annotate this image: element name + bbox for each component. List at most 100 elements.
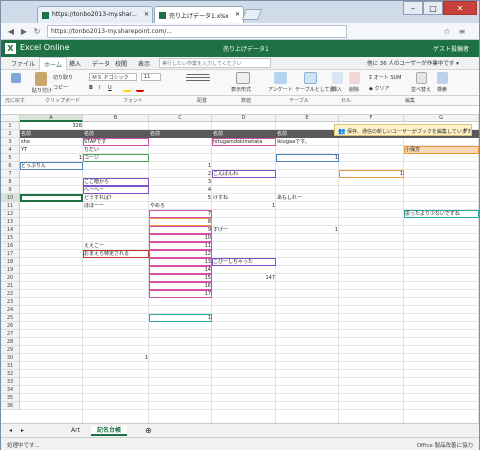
add-sheet-icon[interactable]: ⊕	[139, 426, 158, 436]
column-header[interactable]: A	[20, 115, 83, 122]
back-icon[interactable]: ◀	[5, 26, 17, 38]
insert-cells-icon[interactable]	[332, 72, 343, 84]
row-header[interactable]: 22	[1, 290, 20, 298]
font-size-select[interactable]: 11	[141, 73, 161, 81]
row-header[interactable]: 25	[1, 314, 20, 322]
menu-home[interactable]: ホーム	[39, 57, 67, 70]
menu-file[interactable]: ファイル	[11, 59, 35, 68]
underline-button[interactable]: U	[108, 85, 112, 91]
cell[interactable]: ちだい	[83, 146, 149, 154]
close-icon[interactable]: ✕	[144, 11, 149, 18]
cell[interactable]: YT	[20, 146, 83, 154]
row-header[interactable]: 12	[1, 210, 20, 218]
cell[interactable]: 16	[149, 282, 212, 290]
close-icon[interactable]: ✕	[463, 127, 468, 134]
row-header[interactable]: 4	[1, 146, 20, 154]
tell-me-input[interactable]: 実行したい作業を入力してください	[159, 58, 271, 68]
copy-button[interactable]: コピー	[53, 84, 68, 91]
close-icon[interactable]: ✕	[235, 11, 240, 18]
sheet-tab-art[interactable]: Art	[65, 426, 86, 436]
reload-icon[interactable]: ↻	[31, 26, 43, 38]
number-format-icon[interactable]	[236, 72, 250, 84]
row-header[interactable]: 34	[1, 386, 20, 394]
menu-review[interactable]: 校閲	[115, 59, 127, 68]
highlight-icon[interactable]	[123, 85, 131, 92]
row-header[interactable]: 9	[1, 186, 20, 194]
cell[interactable]: 14	[149, 266, 212, 274]
cell[interactable]: 名前	[83, 130, 149, 138]
format-table-icon[interactable]	[304, 72, 317, 84]
row-header[interactable]: 3	[1, 138, 20, 146]
cell[interactable]: 3	[149, 178, 212, 186]
cut-button[interactable]: 切り取り	[53, 74, 73, 81]
document-title[interactable]: 売り上げデータ1	[223, 44, 269, 53]
cell[interactable]: コージ	[83, 154, 149, 162]
row-header[interactable]: 16	[1, 242, 20, 250]
row-header[interactable]: 36	[1, 402, 20, 410]
new-tab-button[interactable]	[241, 9, 263, 20]
undo-icon[interactable]	[11, 73, 21, 83]
row-header[interactable]: 18	[1, 258, 20, 266]
row-header[interactable]: 28	[1, 338, 20, 346]
paste-label[interactable]: 貼り付け	[32, 87, 52, 94]
row-header[interactable]: 19	[1, 266, 20, 274]
cell[interactable]: 326	[20, 122, 83, 130]
cell[interactable]: 1	[20, 154, 83, 162]
paste-icon[interactable]	[35, 72, 47, 86]
select-all-corner[interactable]	[1, 115, 20, 122]
formula-bar[interactable]	[1, 106, 479, 115]
cell[interactable]: こんばんわ	[212, 170, 276, 178]
insert-button[interactable]: 挿入	[332, 86, 342, 93]
cell[interactable]: へーへー	[83, 186, 149, 194]
cell[interactable]: 7	[149, 210, 212, 218]
cell[interactable]: 1	[276, 154, 339, 162]
cell[interactable]: 1	[339, 170, 404, 178]
cell[interactable]: sho	[20, 138, 83, 146]
column-header[interactable]: D	[212, 115, 276, 122]
cell[interactable]: ええこー	[83, 242, 149, 250]
row-header[interactable]: 30	[1, 354, 20, 362]
cell[interactable]: やめろ	[149, 202, 212, 210]
row-header[interactable]: 31	[1, 362, 20, 370]
row-header[interactable]: 11	[1, 202, 20, 210]
row-header[interactable]: 1	[1, 122, 20, 130]
cell[interactable]: 13	[149, 258, 212, 266]
cell[interactable]: ikiugaaです。	[276, 138, 339, 146]
menu-icon[interactable]: ≡	[456, 26, 468, 38]
row-header[interactable]: 7	[1, 170, 20, 178]
cell[interactable]: 147	[212, 274, 276, 282]
cell[interactable]: hitugamdokimetata	[212, 138, 276, 146]
cell[interactable]: 12	[149, 250, 212, 258]
menu-data[interactable]: データ	[92, 59, 110, 68]
font-color-icon[interactable]	[136, 85, 144, 92]
column-header[interactable]: B	[83, 115, 149, 122]
cell[interactable]: 名前	[212, 130, 276, 138]
star-icon[interactable]: ☆	[441, 26, 453, 38]
font-select[interactable]: ＭＳ Ｐゴシック	[89, 73, 137, 81]
minimize-icon[interactable]: –	[403, 1, 423, 15]
browser-tab[interactable]: https://tonbo2013-my.shar... ✕	[37, 6, 153, 23]
cell[interactable]: 1	[276, 226, 339, 234]
cell[interactable]: 10	[149, 234, 212, 242]
cell[interactable]: 1	[83, 354, 149, 362]
sort-icon[interactable]	[416, 72, 427, 84]
number-format-button[interactable]: 表示形式	[231, 86, 251, 93]
row-header[interactable]: 27	[1, 330, 20, 338]
cell[interactable]: 8	[149, 218, 212, 226]
row-header[interactable]: 2	[1, 130, 20, 138]
column-header[interactable]: F	[339, 115, 404, 122]
menu-view[interactable]: 表示	[138, 59, 150, 68]
cell[interactable]: 1	[149, 162, 212, 170]
delete-button[interactable]: 削除	[349, 86, 359, 93]
cell[interactable]: 17	[149, 290, 212, 298]
cell[interactable]: 思ったより少ないですね	[404, 210, 479, 218]
row-header[interactable]: 32	[1, 370, 20, 378]
find-button[interactable]: 検索	[437, 86, 447, 93]
cell[interactable]: 1	[212, 202, 276, 210]
maximize-icon[interactable]: □	[423, 1, 443, 15]
align-icon[interactable]	[186, 74, 210, 82]
cell[interactable]: あもしれー	[276, 194, 339, 202]
row-header[interactable]: 17	[1, 250, 20, 258]
row-header[interactable]: 33	[1, 378, 20, 386]
cell[interactable]: ほほーー	[83, 202, 149, 210]
